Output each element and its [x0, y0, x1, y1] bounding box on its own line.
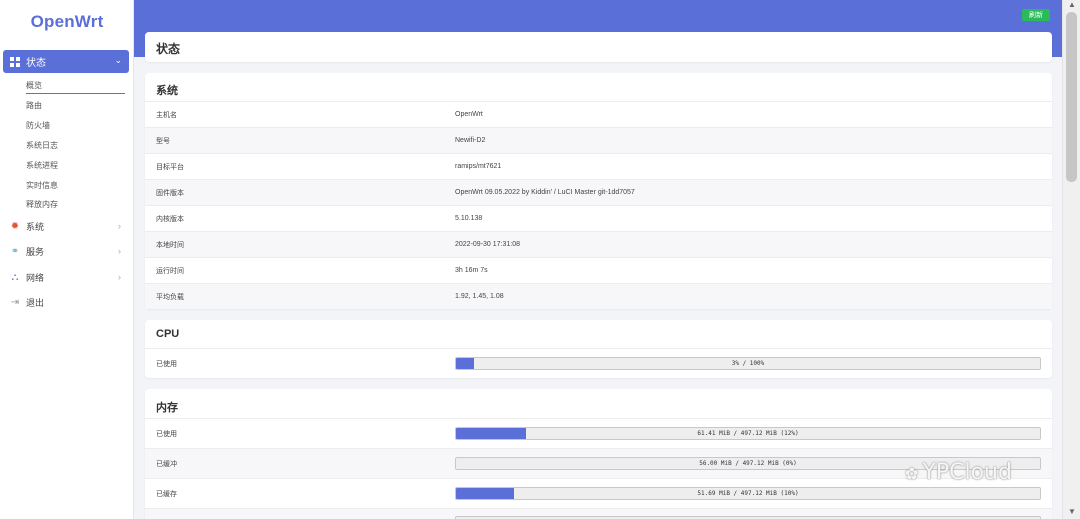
memory-card: 内存 已使用 61.41 MiB / 497.12 MiB (12%) 已缓冲 …: [145, 389, 1052, 519]
memory-used-bar: 61.41 MiB / 497.12 MiB (12%): [455, 427, 1041, 440]
watermark: ✿ YPCloud: [905, 460, 1012, 485]
row-value: Newifi-D2: [455, 137, 486, 144]
table-row: 已使用 61.41 MiB / 497.12 MiB (12%): [145, 418, 1052, 448]
sidebar-item-label: 状态: [26, 58, 46, 69]
memory-cached-bar: 51.69 MiB / 497.12 MiB (10%): [455, 487, 1041, 500]
row-value: 3h 16m 7s: [455, 267, 488, 274]
refresh-button[interactable]: 刷新: [1022, 9, 1050, 21]
table-row: 运行时间 3h 16m 7s: [145, 257, 1052, 283]
row-value: OpenWrt: [455, 111, 483, 118]
progress-text: 61.41 MiB / 497.12 MiB (12%): [697, 430, 799, 437]
progress-text: 3% / 100%: [731, 360, 765, 367]
link-icon: ⚭: [10, 245, 20, 257]
system-card: 系统 主机名 OpenWrt 型号 Newifi-D2 目标平台 ramips/…: [145, 73, 1052, 309]
scroll-down-icon[interactable]: ▼: [1063, 507, 1080, 519]
subitem-free-memory[interactable]: 释放内存: [26, 199, 58, 210]
table-row: 内核版本 5.10.138: [145, 205, 1052, 231]
chevron-down-icon: ⌄: [114, 55, 122, 65]
watermark-text: YPCloud: [922, 460, 1012, 485]
network-icon: ⛬: [11, 271, 19, 283]
subitem-processes[interactable]: 系统进程: [26, 160, 58, 171]
row-value: OpenWrt 09.05.2022 by Kiddin' / LuCI Mas…: [455, 189, 635, 196]
row-key: 型号: [156, 137, 170, 145]
sidebar-item-label: 服务: [26, 246, 45, 257]
gear-icon: ✹: [10, 220, 20, 232]
sidebar-item-label: 网络: [26, 272, 45, 283]
scroll-thumb[interactable]: [1066, 12, 1077, 182]
wechat-icon: ✿: [905, 464, 919, 483]
table-row: [145, 508, 1052, 519]
sidebar-item-label: 系统: [26, 221, 45, 232]
row-key: 运行时间: [156, 267, 184, 275]
progress-text: 51.69 MiB / 497.12 MiB (10%): [697, 490, 799, 497]
cpu-usage-bar: 3% / 100%: [455, 357, 1041, 370]
row-key: 本地时间: [156, 241, 184, 249]
chevron-right-icon: ›: [118, 221, 121, 231]
subitem-syslog[interactable]: 系统日志: [26, 140, 58, 151]
sidebar-item-system[interactable]: ✹ 系统 ›: [9, 218, 127, 234]
table-row: 主机名 OpenWrt: [145, 101, 1052, 127]
logo[interactable]: OpenWrt: [0, 12, 134, 32]
table-row: 已使用 3% / 100%: [145, 348, 1052, 378]
table-row: 型号 Newifi-D2: [145, 127, 1052, 153]
table-row: 平均负载 1.92, 1.45, 1.08: [145, 283, 1052, 309]
table-row: 目标平台 ramips/mt7621: [145, 153, 1052, 179]
section-title: 内存: [156, 402, 178, 414]
section-title: CPU: [156, 328, 180, 340]
chevron-right-icon: ›: [118, 246, 121, 256]
scrollbar[interactable]: ▲ ▼: [1062, 0, 1080, 519]
sidebar-item-services[interactable]: ⚭ 服务 ›: [9, 243, 127, 259]
chevron-right-icon: ›: [118, 272, 121, 282]
dashboard-icon: [10, 56, 20, 67]
row-key: 已使用: [156, 360, 177, 368]
table-row: 本地时间 2022-09-30 17:31:08: [145, 231, 1052, 257]
section-title: 系统: [156, 85, 178, 97]
row-key: 已缓冲: [156, 460, 177, 468]
row-value: 5.10.138: [455, 215, 483, 222]
sidebar-item-network[interactable]: ⛬ 网络 ›: [9, 269, 127, 285]
subitem-routes[interactable]: 路由: [26, 100, 42, 111]
cpu-card: CPU 已使用 3% / 100%: [145, 320, 1052, 378]
sidebar: OpenWrt 状态 ⌄ 概览 路由 防火墙 系统日志 系统进程 实时信息 释放…: [0, 0, 134, 519]
page-title-card: 状态: [145, 32, 1052, 62]
row-key: 目标平台: [156, 163, 184, 171]
row-key: 固件版本: [156, 189, 184, 197]
row-key: 内核版本: [156, 215, 184, 223]
sidebar-item-status[interactable]: 状态 ⌄: [3, 50, 129, 73]
logout-icon: ⇥: [10, 296, 20, 308]
row-value: ramips/mt7621: [455, 163, 502, 170]
page-title: 状态: [156, 42, 181, 56]
sidebar-item-label: 退出: [26, 297, 45, 308]
row-value: 2022-09-30 17:31:08: [455, 241, 520, 248]
row-key: 已缓存: [156, 490, 177, 498]
sidebar-item-logout[interactable]: ⇥ 退出: [9, 294, 127, 310]
subitem-overview[interactable]: 概览: [26, 80, 42, 91]
scroll-up-icon[interactable]: ▲: [1063, 0, 1080, 12]
row-key: 平均负载: [156, 293, 184, 301]
row-key: 主机名: [156, 111, 177, 119]
subitem-firewall[interactable]: 防火墙: [26, 120, 50, 131]
row-value: 1.92, 1.45, 1.08: [455, 293, 504, 300]
row-key: 已使用: [156, 430, 177, 438]
active-underline: [26, 93, 125, 94]
subitem-realtime[interactable]: 实时信息: [26, 180, 58, 191]
table-row: 固件版本 OpenWrt 09.05.2022 by Kiddin' / LuC…: [145, 179, 1052, 205]
